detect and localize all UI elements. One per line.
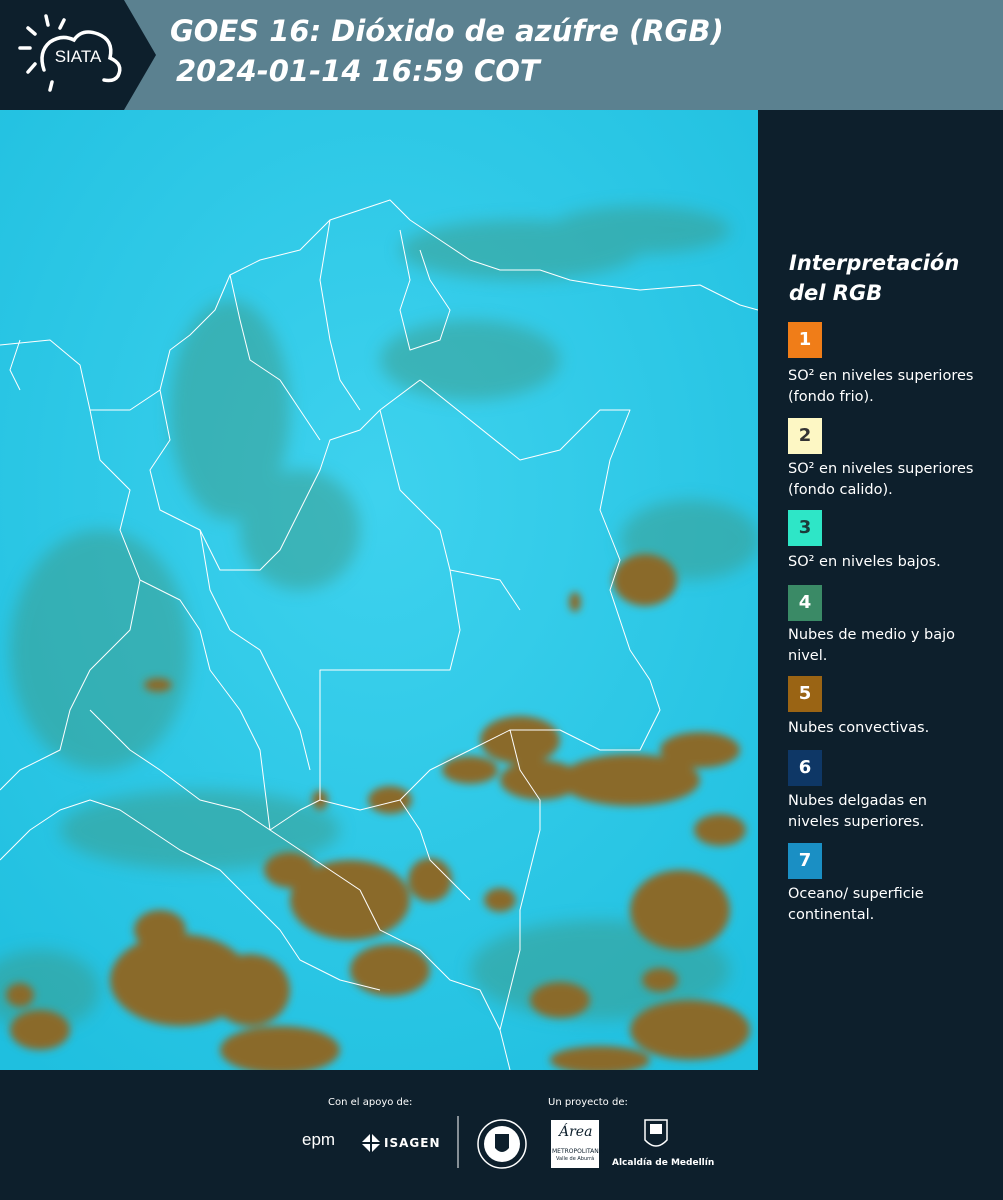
page-timestamp: 2024-01-14 16:59 COT (176, 54, 540, 88)
legend-swatch-7: 7 (788, 843, 822, 879)
legend-title: Interpretación del RGB (789, 251, 960, 305)
legend-label-5: Nubes convectivas. (788, 720, 930, 736)
area-sub: METROPOLITANA (552, 1148, 603, 1155)
isagen-logo: ISAGEN (384, 1136, 441, 1150)
area-logo: Área (559, 1124, 593, 1140)
legend-label-1: SO² en niveles superiores (fondo frio). (788, 368, 974, 405)
legend-swatch-3: 3 (788, 510, 822, 546)
legend-label-4: Nubes de medio y bajo nivel. (788, 627, 955, 664)
legend-swatch-5: 5 (788, 676, 822, 712)
legend-swatch-2: 2 (788, 418, 822, 454)
legend-swatch-4: 4 (788, 585, 822, 621)
legend-label-7: Oceano/ superficie continental. (788, 886, 924, 923)
alcaldia-shield-icon (644, 1119, 668, 1147)
siata-logo: SIATA (0, 0, 156, 110)
satellite-map[interactable] (0, 110, 758, 1070)
medellin-seal-icon (477, 1119, 527, 1169)
footer: Con el apoyo de: Un proyecto de: epm ISA… (0, 1070, 1003, 1200)
area-sub2: Valle de Aburrá (556, 1156, 595, 1162)
page-title: GOES 16: Dióxido de azúfre (RGB) (170, 14, 724, 48)
legend-label-2: SO² en niveles superiores (fondo calido)… (788, 461, 974, 498)
legend-panel: Interpretación del RGB 1 SO² en niveles … (760, 110, 1003, 1070)
isagen-logo-icon (362, 1134, 380, 1152)
map-canvas (0, 110, 758, 1070)
legend-label-3: SO² en niveles bajos. (788, 554, 941, 570)
legend-label-6: Nubes delgadas en niveles superiores. (788, 793, 927, 830)
svg-text:SIATA: SIATA (55, 47, 102, 66)
alcaldia-logo: Alcaldía de Medellín (612, 1158, 715, 1168)
legend-swatch-1: 1 (788, 322, 822, 358)
legend-swatch-6: 6 (788, 750, 822, 786)
